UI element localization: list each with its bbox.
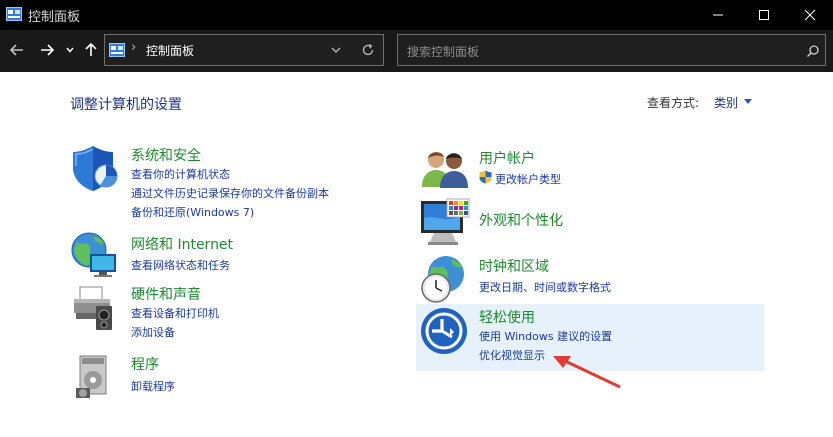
control-panel-icon (6, 7, 22, 21)
clock-globe-icon[interactable] (418, 254, 470, 304)
category-ease-of-access[interactable]: 轻松使用 (479, 307, 535, 327)
breadcrumb-separator[interactable]: › (131, 40, 136, 55)
breadcrumb-control-panel[interactable]: 控制面板 (146, 42, 194, 59)
back-button[interactable] (8, 39, 26, 61)
printer-icon[interactable] (70, 284, 120, 334)
category-clock-region[interactable]: 时钟和区域 (479, 256, 549, 276)
category-hardware-sound[interactable]: 硬件和声音 (131, 284, 201, 304)
arrow-left-icon (10, 44, 23, 56)
title-bar: 控制面板 (0, 0, 833, 30)
forward-button[interactable] (38, 39, 56, 61)
close-button[interactable] (787, 0, 833, 30)
uac-shield-icon (479, 170, 492, 184)
users-icon[interactable] (420, 147, 470, 189)
link-change-date-time-format[interactable]: 更改日期、时间或数字格式 (479, 279, 611, 295)
control-panel-icon (109, 43, 125, 57)
monitor-palette-icon[interactable] (420, 198, 470, 246)
up-button[interactable] (82, 39, 100, 61)
window-title: 控制面板 (28, 10, 81, 25)
chevron-down-icon (331, 47, 341, 53)
shield-icon[interactable] (70, 143, 120, 193)
chevron-down-icon (66, 47, 74, 53)
ease-of-access-icon[interactable] (420, 307, 468, 355)
minimize-button[interactable] (695, 0, 741, 30)
refresh-button[interactable] (361, 42, 375, 61)
link-uninstall-program[interactable]: 卸载程序 (131, 378, 175, 394)
address-dropdown-button[interactable] (331, 41, 341, 63)
link-file-history[interactable]: 通过文件历史记录保存你的文件备份副本 (131, 185, 329, 201)
network-globe-icon[interactable] (70, 230, 120, 280)
recent-locations-button[interactable] (64, 39, 76, 61)
address-bar[interactable]: › 控制面板 (104, 34, 384, 66)
annotation-arrow-icon (553, 356, 621, 389)
link-optimize-visual-display[interactable]: 优化视觉显示 (479, 347, 545, 363)
refresh-icon (362, 43, 374, 56)
arrow-right-icon (41, 44, 54, 56)
link-network-status[interactable]: 查看网络状态和任务 (131, 257, 230, 273)
link-change-account-type[interactable]: 更改帐户类型 (495, 171, 561, 187)
view-by-dropdown[interactable]: 类别 (714, 94, 738, 111)
link-add-device[interactable]: 添加设备 (131, 324, 175, 340)
category-appearance-personalization[interactable]: 外观和个性化 (479, 210, 563, 230)
close-icon (804, 9, 816, 21)
search-box[interactable]: 搜索控制面板 (397, 34, 826, 66)
page-title: 调整计算机的设置 (70, 97, 182, 113)
link-use-recommended-settings[interactable]: 使用 Windows 建议的设置 (479, 328, 612, 344)
minimize-icon (713, 14, 723, 16)
search-icon[interactable] (806, 43, 820, 62)
category-system-security[interactable]: 系统和安全 (131, 145, 201, 165)
link-view-computer-status[interactable]: 查看你的计算机状态 (131, 166, 230, 182)
category-network-internet[interactable]: 网络和 Internet (131, 234, 233, 254)
category-user-accounts[interactable]: 用户帐户 (479, 148, 535, 168)
link-devices-printers[interactable]: 查看设备和打印机 (131, 305, 219, 321)
maximize-icon (759, 10, 769, 20)
category-programs[interactable]: 程序 (131, 354, 159, 374)
view-by-label: 查看方式: (647, 96, 700, 110)
link-backup-restore[interactable]: 备份和还原(Windows 7) (131, 204, 254, 220)
maximize-button[interactable] (741, 0, 787, 30)
search-input[interactable]: 搜索控制面板 (407, 43, 479, 60)
arrow-up-icon (85, 43, 97, 56)
program-disc-icon[interactable] (72, 350, 118, 400)
caret-down-icon[interactable] (744, 99, 752, 104)
